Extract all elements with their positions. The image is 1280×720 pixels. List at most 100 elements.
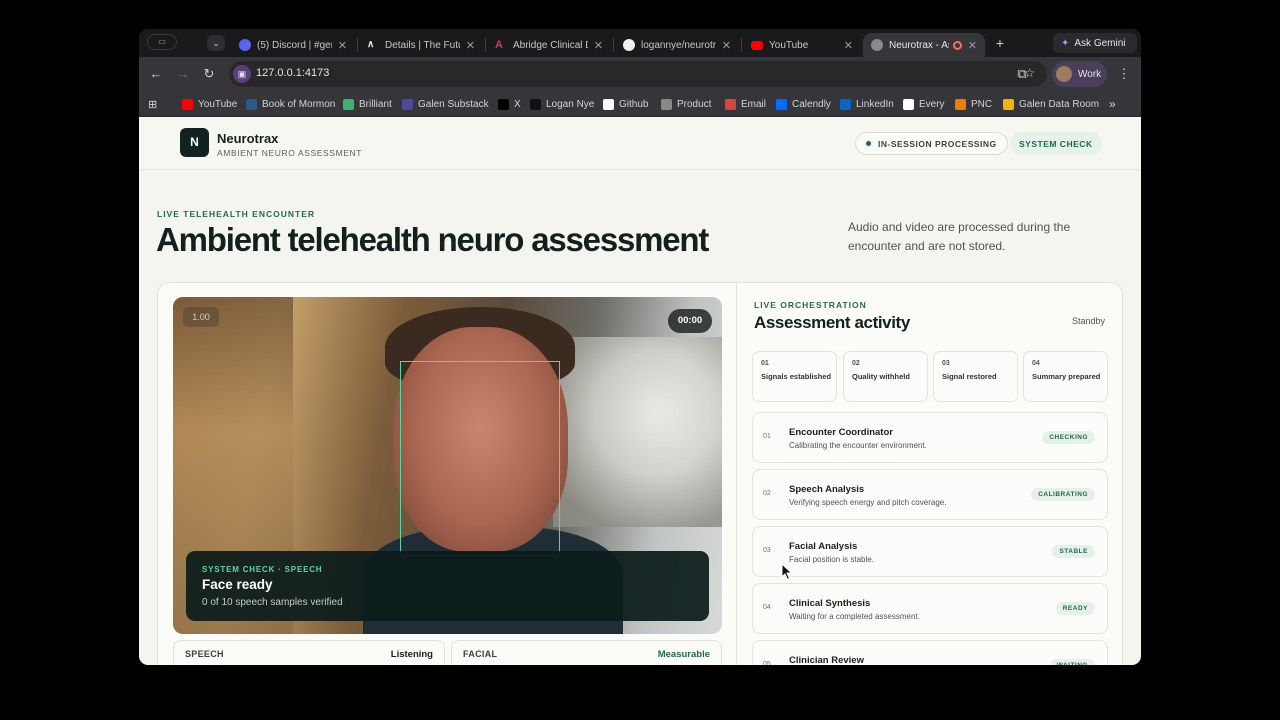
recording-indicator-icon	[952, 40, 962, 50]
globe-favicon-icon	[871, 39, 883, 51]
agent-row[interactable]: 04 Clinical Synthesis Waiting for a comple…	[752, 583, 1108, 634]
close-tab-icon[interactable]: ✕	[968, 39, 977, 52]
page-title: Ambient telehealth neuro assessment	[156, 221, 709, 258]
tab-title: Details | The Futu	[385, 39, 460, 51]
bookmark-label: Galen Data Room	[1019, 98, 1100, 110]
tab-title: logannye/neurotra	[641, 39, 716, 51]
face-detection-box	[400, 361, 560, 556]
new-tab-icon[interactable]: +	[991, 34, 1009, 52]
step-number: 02	[852, 360, 860, 367]
app-logo: N	[180, 128, 209, 157]
modality-state: Measurable	[657, 649, 710, 660]
assessment-step: 03 Signal restored	[933, 351, 1018, 402]
bookmark-label: YouTube	[198, 98, 238, 110]
step-number: 03	[942, 360, 950, 367]
overlay-subtitle: 0 of 10 speech samples verified	[202, 597, 343, 608]
url-text[interactable]: 127.0.0.1:4173	[256, 67, 329, 79]
step-label: Quality withheld	[852, 372, 910, 381]
tab-groups-icon[interactable]: ▭	[147, 34, 177, 50]
bookmark-linkedin[interactable]: LinkedIn	[840, 97, 894, 111]
browser-window: ▭ ⌄ (5) Discord | #ger ✕ ∧ Details | The…	[139, 29, 1141, 665]
processing-status-pill: IN-SESSION PROCESSING	[855, 132, 1008, 155]
agent-title: Facial Analysis	[789, 541, 858, 552]
back-icon[interactable]: ←	[147, 65, 165, 83]
bookmark-label: PNC	[971, 98, 993, 110]
bookmark-youtube[interactable]: YouTube	[182, 97, 237, 111]
address-bar[interactable]: ▣ 127.0.0.1:4173 ☆	[229, 61, 1047, 87]
more-bookmarks-icon[interactable]: »	[1109, 97, 1116, 111]
close-tab-icon[interactable]: ✕	[338, 39, 347, 52]
bookmark-favicon-icon	[246, 98, 257, 110]
camera-permission-icon[interactable]: ▣	[233, 65, 251, 83]
bookmark-favicon-icon	[182, 98, 193, 110]
agent-number: 01	[763, 433, 771, 440]
close-tab-icon[interactable]: ✕	[844, 39, 853, 52]
agent-status-badge: STABLE	[1052, 545, 1095, 558]
agent-number: 03	[763, 547, 771, 554]
bookmark-galen-substack[interactable]: Galen Substack	[402, 97, 489, 111]
bookmark-every[interactable]: Every	[903, 97, 945, 111]
speech-modality-card: SPEECH Listening	[173, 640, 445, 665]
menu-kebab-icon[interactable]: ⋮	[1115, 65, 1133, 83]
bookmark-label: Email	[741, 98, 767, 110]
bookmark-x[interactable]: X	[498, 97, 521, 111]
session-timer: 00:00	[668, 309, 712, 333]
agent-title: Clinical Synthesis	[789, 598, 871, 609]
agent-number: 02	[763, 490, 771, 497]
forward-icon[interactable]: →	[174, 65, 192, 83]
step-label: Signal restored	[942, 372, 997, 381]
agent-title: Clinician Review	[789, 655, 864, 665]
agent-row[interactable]: 02 Speech Analysis Verifying speech energy…	[752, 469, 1108, 520]
tab-abridge[interactable]: A Abridge Clinical D ✕	[487, 33, 611, 57]
agent-description: Calibrating the encounter environment.	[789, 441, 927, 450]
tab-separator	[613, 38, 614, 52]
bookmark-github[interactable]: Github	[603, 97, 648, 111]
bookmark-label: Brilliant	[359, 98, 392, 110]
tab-youtube[interactable]: YouTube ✕	[743, 33, 861, 57]
reload-icon[interactable]: ↻	[200, 65, 218, 83]
bookmark-email[interactable]: Email	[725, 97, 766, 111]
tab-details[interactable]: ∧ Details | The Futu ✕	[359, 33, 483, 57]
assessment-step: 04 Summary prepared	[1023, 351, 1108, 402]
bookmark-label: Galen Substack	[418, 98, 489, 110]
tab-neurotrax[interactable]: Neurotrax - As ✕	[863, 33, 985, 57]
agent-row[interactable]: 01 Encounter Coordinator Calibrating the e…	[752, 412, 1108, 463]
close-tab-icon[interactable]: ✕	[466, 39, 475, 52]
extensions-icon[interactable]: ⧉	[1013, 65, 1031, 83]
bookmark-book-of-mormon[interactable]: Book of Mormon	[246, 97, 335, 111]
ask-gemini-button[interactable]: ✦ Ask Gemini	[1053, 33, 1137, 53]
overlay-eyebrow: SYSTEM CHECK · SPEECH	[202, 565, 323, 574]
bookmark-label: Github	[619, 98, 649, 110]
tab-discord[interactable]: (5) Discord | #ger ✕	[231, 33, 355, 57]
bookmark-label: LinkedIn	[856, 98, 894, 110]
bookmark-favicon-icon	[343, 98, 354, 110]
profile-button[interactable]: Work	[1052, 61, 1107, 87]
bookmark-galen-data-room[interactable]: Galen Data Room	[1003, 97, 1099, 111]
video-background-window	[553, 337, 722, 527]
tab-separator	[741, 38, 742, 52]
tab-github[interactable]: logannye/neurotra ✕	[615, 33, 739, 57]
system-check-button[interactable]: SYSTEM CHECK	[1010, 132, 1102, 155]
bookmark-calendly[interactable]: Calendly	[776, 97, 831, 111]
abridge-favicon-icon: A	[495, 39, 503, 51]
step-label: Signals established	[761, 372, 832, 381]
tab-search-chevron-icon[interactable]: ⌄	[207, 35, 225, 51]
apps-grid-icon[interactable]: ⊞	[148, 97, 157, 111]
bookmark-product[interactable]: Product	[661, 97, 711, 111]
facial-modality-card: FACIAL Measurable	[451, 640, 722, 665]
agent-row[interactable]: 03 Facial Analysis Facial position is stab…	[752, 526, 1108, 577]
tab-title: (5) Discord | #ger	[257, 39, 332, 51]
bookmark-brilliant[interactable]: Brilliant	[343, 97, 392, 111]
page-content: N Neurotrax AMBIENT NEURO ASSESSMENT IN-…	[139, 117, 1141, 665]
agent-status-badge: CHECKING	[1042, 431, 1095, 444]
bookmark-favicon-icon	[402, 98, 413, 110]
bookmark-logan-nye[interactable]: Logan Nye	[530, 97, 594, 111]
bookmark-favicon-icon	[840, 98, 851, 110]
close-tab-icon[interactable]: ✕	[722, 39, 731, 52]
bookmark-label: Logan Nye	[546, 98, 595, 110]
agent-description: Facial position is stable.	[789, 555, 874, 564]
agent-row[interactable]: 05 Clinician Review WAITING	[752, 640, 1108, 665]
step-number: 04	[1032, 360, 1040, 367]
close-tab-icon[interactable]: ✕	[594, 39, 603, 52]
bookmark-pnc[interactable]: PNC	[955, 97, 992, 111]
